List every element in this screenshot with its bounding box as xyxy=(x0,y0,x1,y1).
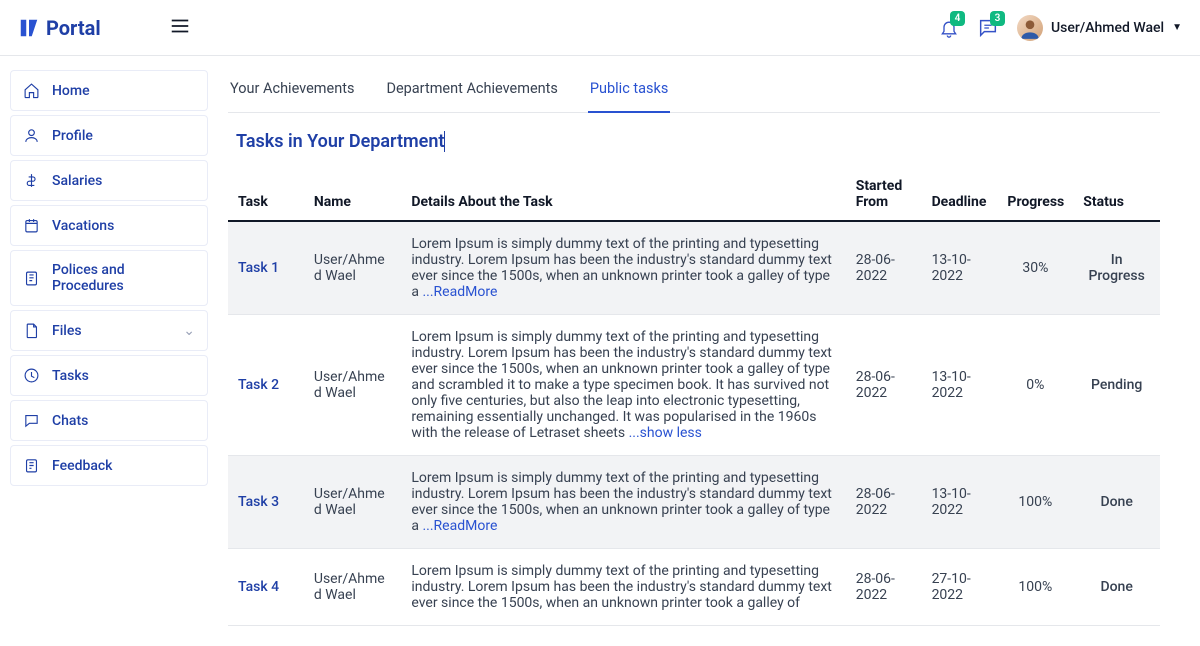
sidebar-item-label: Profile xyxy=(52,128,93,144)
sidebar-item-label: Feedback xyxy=(52,458,112,474)
sidebar-item-home[interactable]: Home xyxy=(10,70,208,111)
sidebar-item-label: Home xyxy=(52,83,90,99)
task-link[interactable]: Task 3 xyxy=(238,494,279,510)
task-deadline: 13-10-2022 xyxy=(922,456,998,549)
tab-department-achievements[interactable]: Department Achievements xyxy=(384,76,559,112)
sidebar-icon xyxy=(23,82,40,99)
sidebar-icon xyxy=(23,412,40,429)
tasks-table: Task Name Details About the Task Started… xyxy=(228,170,1160,626)
tabs: Your Achievements Department Achievements… xyxy=(228,76,1160,113)
table-row: Task 2 User/Ahmed WaelLorem Ipsum is simp… xyxy=(228,315,1160,456)
sidebar-item-label: Salaries xyxy=(52,173,102,189)
sidebar-item-label: Chats xyxy=(52,413,88,429)
task-progress: 0% xyxy=(997,315,1073,456)
task-start: 28-06-2022 xyxy=(846,456,922,549)
tab-public-tasks[interactable]: Public tasks xyxy=(588,76,670,113)
sidebar-icon xyxy=(23,127,40,144)
table-row: Task 1 User/Ahmed WaelLorem Ipsum is simp… xyxy=(228,221,1160,315)
task-status: In Progress xyxy=(1073,221,1160,315)
sidebar-item-label: Polices and Procedures xyxy=(52,262,195,294)
table-row: Task 4 User/Ahmed WaelLorem Ipsum is simp… xyxy=(228,549,1160,626)
col-task: Task xyxy=(228,170,304,221)
sidebar-icon xyxy=(23,172,40,189)
sidebar-icon xyxy=(23,457,40,474)
notif-badge: 4 xyxy=(950,11,965,26)
sidebar-item-feedback[interactable]: Feedback xyxy=(10,445,208,486)
sidebar-item-label: Tasks xyxy=(52,368,89,384)
task-details: Lorem Ipsum is simply dummy text of the … xyxy=(401,221,845,315)
app-name: Portal xyxy=(46,16,101,40)
col-deadline: Deadline xyxy=(922,170,998,221)
read-more-link[interactable]: ...ReadMore xyxy=(422,284,497,300)
sidebar-icon xyxy=(23,322,40,339)
table-row: Task 3 User/Ahmed WaelLorem Ipsum is simp… xyxy=(228,456,1160,549)
caret-down-icon: ▼ xyxy=(1172,22,1182,33)
task-start: 28-06-2022 xyxy=(846,315,922,456)
chevron-down-icon: ⌄ xyxy=(183,323,195,339)
task-link[interactable]: Task 4 xyxy=(238,579,279,595)
col-details: Details About the Task xyxy=(401,170,845,221)
col-name: Name xyxy=(304,170,402,221)
task-details: Lorem Ipsum is simply dummy text of the … xyxy=(401,315,845,456)
tab-your-achievements[interactable]: Your Achievements xyxy=(228,76,356,112)
task-progress: 100% xyxy=(997,456,1073,549)
task-start: 28-06-2022 xyxy=(846,549,922,626)
task-progress: 100% xyxy=(997,549,1073,626)
logo[interactable]: Portal xyxy=(18,16,101,40)
task-deadline: 27-10-2022 xyxy=(922,549,998,626)
task-start: 28-06-2022 xyxy=(846,221,922,315)
task-owner: User/Ahmed Wael xyxy=(304,549,402,626)
sidebar-item-polices-and-procedures[interactable]: Polices and Procedures xyxy=(10,250,208,306)
hamburger-icon xyxy=(169,15,191,37)
notifications-button[interactable]: 4 xyxy=(939,17,959,39)
col-start: Started From xyxy=(846,170,922,221)
sidebar-item-files[interactable]: Files ⌄ xyxy=(10,310,208,351)
read-more-link[interactable]: ...ReadMore xyxy=(422,518,497,534)
page-title: Tasks in Your Department xyxy=(236,131,1160,152)
task-link[interactable]: Task 2 xyxy=(238,377,279,393)
logo-icon xyxy=(18,17,40,39)
task-deadline: 13-10-2022 xyxy=(922,315,998,456)
chat-badge: 3 xyxy=(990,11,1005,26)
task-owner: User/Ahmed Wael xyxy=(304,315,402,456)
sidebar: Home Profile Salaries Vacations Polices and … xyxy=(0,56,218,646)
show-less-link[interactable]: ...show less xyxy=(629,425,702,441)
sidebar-icon xyxy=(23,367,40,384)
sidebar-item-tasks[interactable]: Tasks xyxy=(10,355,208,396)
menu-toggle[interactable] xyxy=(169,15,191,41)
sidebar-item-salaries[interactable]: Salaries xyxy=(10,160,208,201)
task-status: Pending xyxy=(1073,315,1160,456)
sidebar-item-vacations[interactable]: Vacations xyxy=(10,205,208,246)
sidebar-item-chats[interactable]: Chats xyxy=(10,400,208,441)
task-deadline: 13-10-2022 xyxy=(922,221,998,315)
task-status: Done xyxy=(1073,549,1160,626)
sidebar-item-label: Vacations xyxy=(52,218,114,234)
task-details: Lorem Ipsum is simply dummy text of the … xyxy=(401,456,845,549)
col-progress: Progress xyxy=(997,170,1073,221)
task-details: Lorem Ipsum is simply dummy text of the … xyxy=(401,549,845,626)
sidebar-item-label: Files xyxy=(52,323,82,339)
user-menu[interactable]: User/Ahmed Wael ▼ xyxy=(1017,15,1182,41)
task-link[interactable]: Task 1 xyxy=(238,260,279,276)
col-status: Status xyxy=(1073,170,1160,221)
task-owner: User/Ahmed Wael xyxy=(304,456,402,549)
avatar xyxy=(1017,15,1043,41)
task-owner: User/Ahmed Wael xyxy=(304,221,402,315)
app-header: Portal 4 3 User/Ahmed Wael ▼ xyxy=(0,0,1200,56)
sidebar-item-profile[interactable]: Profile xyxy=(10,115,208,156)
messages-button[interactable]: 3 xyxy=(977,17,999,39)
main-content: Your Achievements Department Achievements… xyxy=(218,56,1200,646)
user-label: User/Ahmed Wael xyxy=(1051,20,1164,36)
task-status: Done xyxy=(1073,456,1160,549)
header-right: 4 3 User/Ahmed Wael ▼ xyxy=(939,15,1182,41)
sidebar-icon xyxy=(23,270,40,287)
task-progress: 30% xyxy=(997,221,1073,315)
sidebar-icon xyxy=(23,217,40,234)
